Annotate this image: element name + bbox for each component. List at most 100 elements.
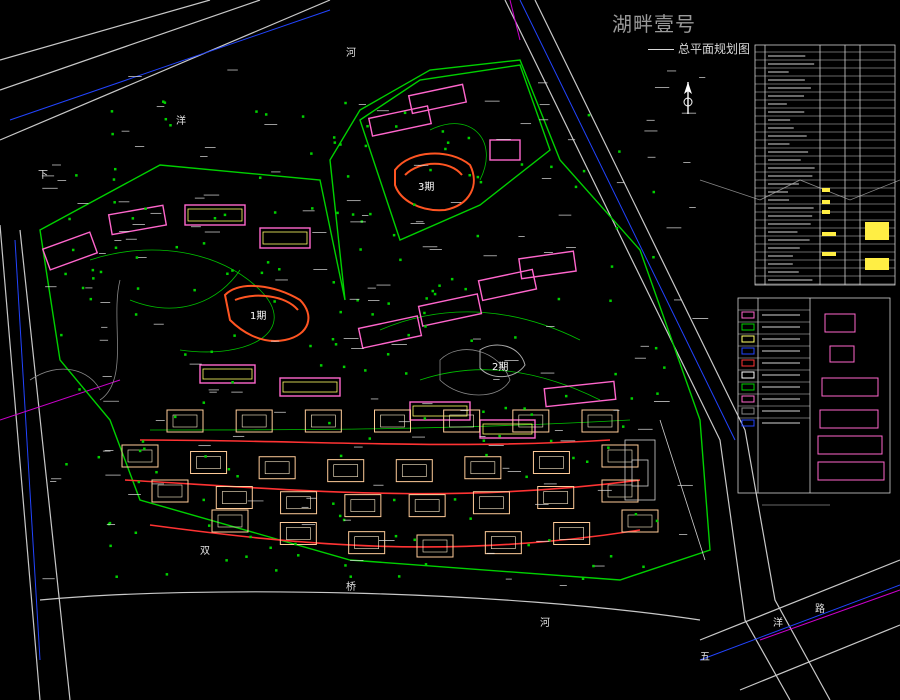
tree-mark — [557, 297, 561, 301]
drawing-title: 湖畔壹号 — [612, 12, 696, 36]
tree-mark — [634, 512, 638, 516]
tree-mark — [453, 498, 457, 501]
road-label-he: 河 — [346, 48, 356, 59]
tree-mark — [387, 302, 390, 305]
tree-mark — [223, 213, 227, 217]
tree-mark — [65, 463, 68, 466]
tree-mark — [78, 388, 81, 391]
tree-mark — [425, 297, 428, 300]
tree-mark — [479, 180, 483, 184]
tree-mark — [368, 437, 372, 440]
tree-mark — [630, 397, 634, 400]
tree-mark — [621, 425, 625, 428]
tree-mark — [311, 207, 314, 210]
tree-mark — [175, 245, 179, 249]
tree-mark — [213, 216, 217, 220]
tree-mark — [476, 234, 480, 238]
tree-mark — [97, 455, 101, 459]
tree-mark — [163, 101, 167, 104]
tree-mark — [450, 277, 454, 281]
phase-1-label: 1期 — [250, 311, 267, 322]
tree-mark — [652, 255, 655, 259]
tree-mark — [404, 372, 408, 375]
tree-mark — [572, 456, 575, 460]
tree-mark — [423, 311, 426, 315]
tree-mark — [413, 203, 416, 206]
tree-mark — [364, 144, 368, 148]
tree-mark — [469, 517, 472, 520]
tree-mark — [245, 555, 248, 558]
tree-mark — [399, 258, 402, 262]
tree-mark — [371, 313, 374, 316]
tree-mark — [485, 453, 488, 457]
tree-mark — [114, 246, 118, 250]
phase-3-label: 3期 — [418, 182, 435, 193]
tree-mark — [297, 554, 300, 557]
tree-mark — [134, 313, 138, 316]
tree-mark — [364, 369, 367, 372]
tree-mark — [260, 271, 264, 275]
tree-mark — [236, 475, 239, 478]
tree-mark — [523, 407, 526, 410]
tree-mark — [111, 132, 114, 136]
tree-mark — [655, 519, 659, 523]
tree-mark — [642, 565, 645, 569]
tree-mark — [275, 569, 278, 572]
tree-mark — [193, 288, 196, 292]
tree-mark — [525, 475, 528, 479]
tree-mark — [467, 136, 471, 140]
tree-mark — [618, 150, 621, 153]
tree-mark — [75, 174, 78, 177]
tree-mark — [549, 439, 553, 443]
road-label-wu: 五 — [700, 652, 710, 663]
tree-mark — [394, 534, 398, 538]
road-label-he2: 河 — [540, 618, 550, 629]
tree-mark — [407, 333, 410, 337]
tree-mark — [92, 277, 95, 280]
tree-mark — [231, 380, 234, 384]
tree-mark — [581, 577, 585, 581]
tree-mark — [441, 130, 445, 133]
north-arrow-icon — [683, 82, 693, 114]
tree-mark — [233, 334, 236, 337]
road-label-xia: 下 — [38, 170, 48, 181]
tree-mark — [342, 365, 346, 369]
tree-mark — [134, 531, 138, 535]
tree-mark — [610, 265, 614, 268]
tree-mark — [273, 300, 276, 303]
tree-mark — [266, 261, 270, 264]
tree-mark — [89, 297, 93, 301]
tree-mark — [615, 226, 619, 230]
tree-mark — [392, 233, 396, 237]
tree-mark — [144, 207, 147, 210]
tree-mark — [136, 287, 140, 290]
tree-mark — [273, 211, 277, 214]
tree-mark — [656, 392, 659, 395]
tree-mark — [294, 542, 297, 546]
tree-mark — [564, 394, 568, 398]
tree-mark — [446, 141, 450, 144]
tree-mark — [184, 353, 187, 356]
tree-mark — [339, 310, 342, 314]
tree-mark — [464, 287, 467, 291]
tree-mark — [319, 364, 323, 367]
tree-mark — [395, 125, 398, 128]
tree-mark — [131, 217, 135, 220]
tree-mark — [530, 413, 534, 416]
tree-mark — [165, 573, 169, 576]
tree-mark — [113, 201, 116, 204]
tree-mark — [155, 470, 158, 474]
tree-mark — [397, 575, 401, 578]
tree-mark — [366, 124, 369, 128]
tree-mark — [444, 147, 447, 151]
tree-mark — [71, 248, 75, 252]
tree-mark — [527, 543, 530, 547]
tree-mark — [269, 546, 272, 550]
tree-mark — [264, 113, 268, 116]
phase-2-label: 2期 — [492, 362, 509, 373]
tree-mark — [498, 434, 501, 438]
road-label-lu: 路 — [815, 604, 825, 615]
tree-mark — [249, 535, 252, 539]
tree-mark — [113, 167, 117, 171]
tree-mark — [81, 286, 85, 290]
